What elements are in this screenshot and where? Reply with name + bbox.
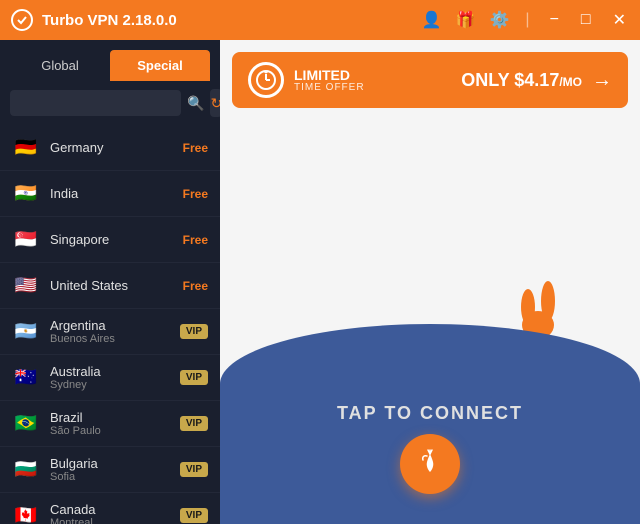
server-info: Canada Montreal xyxy=(50,502,180,524)
user-icon[interactable]: 👤 xyxy=(422,10,442,30)
badge-vip: VIP xyxy=(180,370,208,385)
promo-text: LIMITED TIME OFFER xyxy=(294,68,451,93)
flag-singapore: 🇸🇬 xyxy=(12,226,40,254)
connect-area: TAP TO CONNECT xyxy=(220,120,640,524)
badge-vip: VIP xyxy=(180,416,208,431)
promo-sub: TIME OFFER xyxy=(294,82,451,93)
server-list: 🇩🇪 Germany Free 🇮🇳 India Free 🇸🇬 Singapo… xyxy=(0,125,220,524)
main-layout: Global Special 🔍 ↻ 🇩🇪 Germany Free 🇮🇳 xyxy=(0,40,640,524)
badge-free: Free xyxy=(183,279,208,293)
promo-banner[interactable]: LIMITED TIME OFFER ONLY $4.17/MO → xyxy=(232,52,628,108)
list-item[interactable]: 🇮🇳 India Free xyxy=(0,171,220,217)
server-info: Germany xyxy=(50,140,183,155)
connect-button[interactable] xyxy=(400,434,460,494)
promo-arrow-icon: → xyxy=(592,69,612,92)
list-item[interactable]: 🇧🇬 Bulgaria Sofia VIP xyxy=(0,447,220,493)
badge-vip: VIP xyxy=(180,462,208,477)
search-input[interactable] xyxy=(10,90,181,116)
separator: | xyxy=(525,11,529,29)
server-info: Brazil São Paulo xyxy=(50,410,180,437)
app-title: Turbo VPN 2.18.0.0 xyxy=(42,12,422,29)
list-item[interactable]: 🇺🇸 United States Free xyxy=(0,263,220,309)
flag-germany: 🇩🇪 xyxy=(12,134,40,162)
gift-icon[interactable]: 🎁 xyxy=(456,10,476,30)
right-panel: LIMITED TIME OFFER ONLY $4.17/MO → xyxy=(220,40,640,524)
connect-label: TAP TO CONNECT xyxy=(337,403,523,424)
badge-vip: VIP xyxy=(180,508,208,523)
sidebar: Global Special 🔍 ↻ 🇩🇪 Germany Free 🇮🇳 xyxy=(0,40,220,524)
badge-free: Free xyxy=(183,141,208,155)
flag-argentina: 🇦🇷 xyxy=(12,318,40,346)
promo-limited: LIMITED xyxy=(294,68,451,82)
list-item[interactable]: 🇨🇦 Canada Montreal VIP xyxy=(0,493,220,524)
flag-australia: 🇦🇺 xyxy=(12,364,40,392)
server-info: India xyxy=(50,186,183,201)
tab-bar: Global Special xyxy=(0,40,220,81)
list-item[interactable]: 🇦🇷 Argentina Buenos Aires VIP xyxy=(0,309,220,355)
list-item[interactable]: 🇦🇺 Australia Sydney VIP xyxy=(0,355,220,401)
badge-free: Free xyxy=(183,233,208,247)
tab-global[interactable]: Global xyxy=(10,50,110,81)
promo-price: ONLY $4.17/MO xyxy=(461,70,582,91)
blue-hill xyxy=(220,324,640,524)
server-info: United States xyxy=(50,278,183,293)
minimize-button[interactable]: − xyxy=(546,11,563,29)
title-actions: 👤 🎁 ⚙️ | − □ ✕ xyxy=(422,10,630,30)
server-info: Australia Sydney xyxy=(50,364,180,391)
badge-free: Free xyxy=(183,187,208,201)
app-logo xyxy=(10,8,34,32)
close-button[interactable]: ✕ xyxy=(609,10,630,30)
flag-us: 🇺🇸 xyxy=(12,272,40,300)
flag-canada: 🇨🇦 xyxy=(12,502,40,524)
server-info: Argentina Buenos Aires xyxy=(50,318,180,345)
settings-icon[interactable]: ⚙️ xyxy=(490,10,510,30)
list-item[interactable]: 🇩🇪 Germany Free xyxy=(0,125,220,171)
maximize-button[interactable]: □ xyxy=(577,11,595,29)
tab-special[interactable]: Special xyxy=(110,50,210,81)
flag-bulgaria: 🇧🇬 xyxy=(12,456,40,484)
titlebar: Turbo VPN 2.18.0.0 👤 🎁 ⚙️ | − □ ✕ xyxy=(0,0,640,40)
search-bar: 🔍 ↻ xyxy=(0,81,220,125)
server-info: Bulgaria Sofia xyxy=(50,456,180,483)
list-item[interactable]: 🇧🇷 Brazil São Paulo VIP xyxy=(0,401,220,447)
flag-india: 🇮🇳 xyxy=(12,180,40,208)
badge-vip: VIP xyxy=(180,324,208,339)
search-button[interactable]: 🔍 xyxy=(187,95,204,112)
clock-icon xyxy=(248,62,284,98)
flag-brazil: 🇧🇷 xyxy=(12,410,40,438)
server-info: Singapore xyxy=(50,232,183,247)
list-item[interactable]: 🇸🇬 Singapore Free xyxy=(0,217,220,263)
